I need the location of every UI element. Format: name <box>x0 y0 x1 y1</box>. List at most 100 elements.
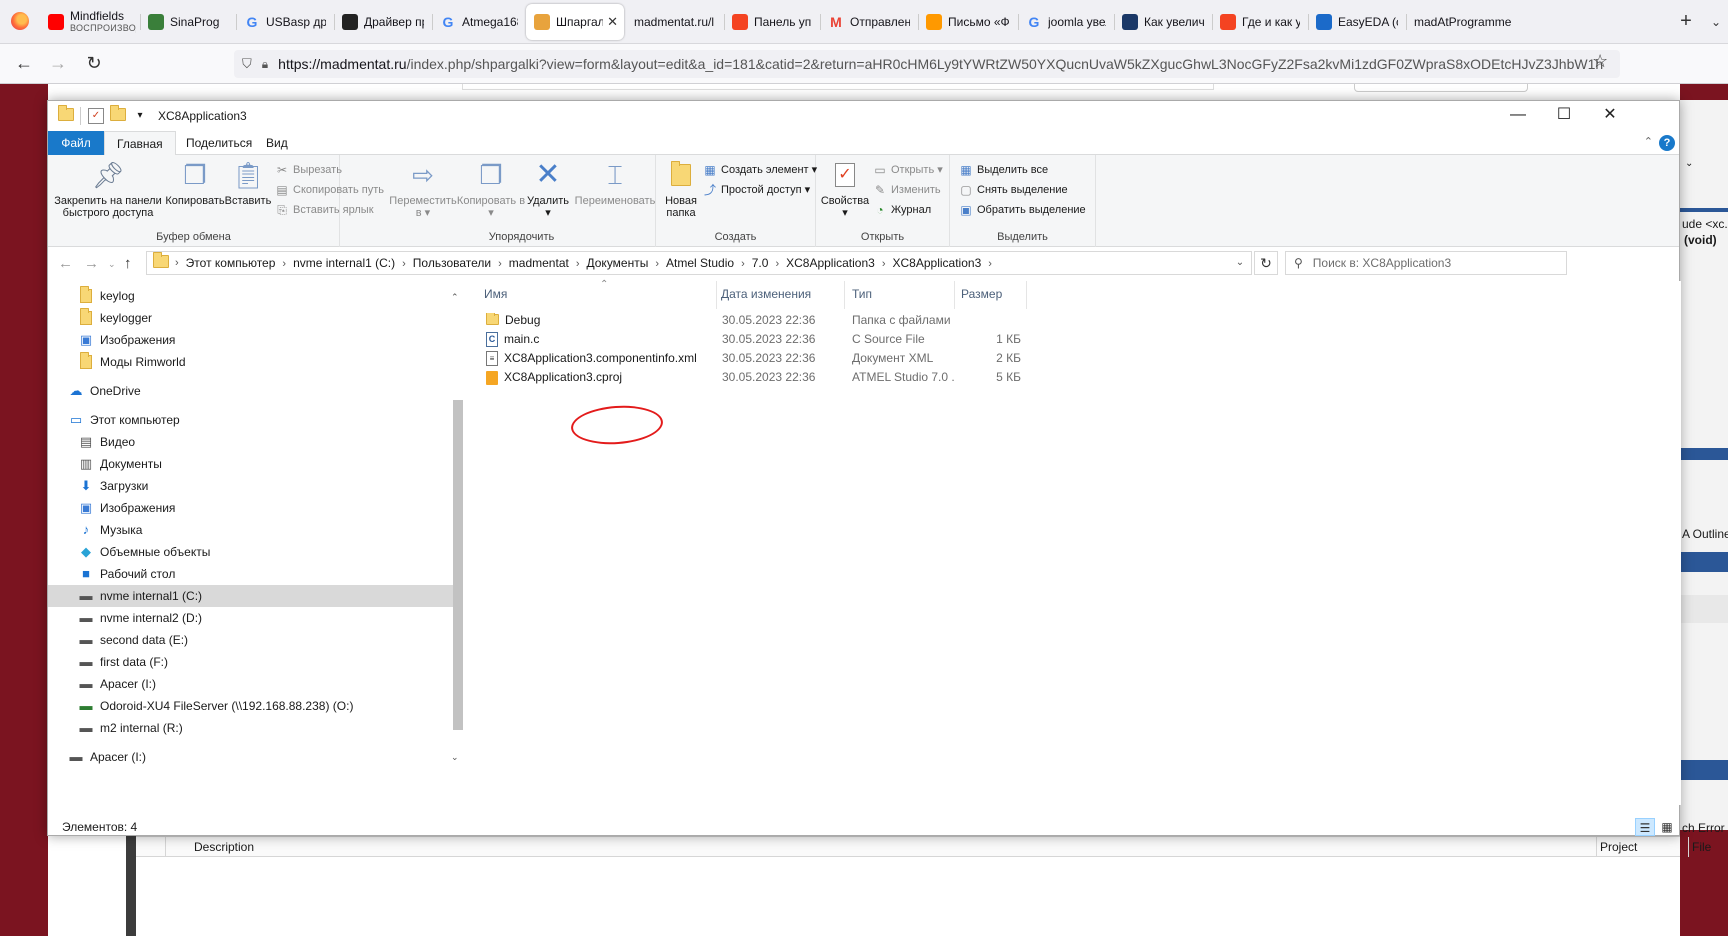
nav-item[interactable]: ▤ Видео <box>78 431 135 453</box>
nav-item[interactable]: ▭ Этот компьютер <box>68 409 180 431</box>
navigation-scrollbar[interactable]: ⌃ ⌄ <box>450 292 464 766</box>
browser-tab[interactable]: Шпаргалки✕ <box>526 4 624 40</box>
file-row[interactable]: ≡ XC8Application3.componentinfo.xml 30.05.… <box>474 348 1681 368</box>
nav-item[interactable]: ⬇ Загрузки <box>78 475 149 497</box>
close-tab-icon[interactable]: ✕ <box>603 14 618 30</box>
browser-tab[interactable]: madmentat.ru/l <box>626 4 722 40</box>
breadcrumb-separator[interactable]: › <box>400 258 408 270</box>
reload-icon[interactable]: ↻ <box>80 52 108 76</box>
tab-file[interactable]: Файл <box>48 131 104 155</box>
copy-path-button[interactable]: ▤ Скопировать путь <box>274 181 384 199</box>
address-bar[interactable]: › Этот компьютер › nvme internal1 (C:) › Пол… <box>146 251 1252 275</box>
column-separator[interactable] <box>716 281 717 309</box>
delete-button[interactable]: ✕ Удалить ▾ <box>524 159 572 220</box>
file-name-cell[interactable]: Debug <box>486 313 714 328</box>
address-dropdown-icon[interactable]: ⌄ <box>1228 251 1252 275</box>
search-input[interactable]: ⚲ Поиск в: XC8Application3 <box>1285 251 1567 275</box>
customize-quick-access-icon[interactable]: ▾ <box>132 108 148 124</box>
breadcrumb-separator[interactable]: › <box>773 258 781 270</box>
nav-item[interactable]: ■ Рабочий стол <box>78 563 175 585</box>
properties-button[interactable]: ✓ Свойства ▾ <box>820 159 870 219</box>
browser-tab[interactable]: G USBasp драйвер <box>236 4 332 40</box>
type-column-header[interactable]: Тип <box>852 287 872 301</box>
nav-item[interactable]: ▬ Apacer (I:) <box>78 673 157 695</box>
tab-view[interactable]: Вид <box>254 131 300 155</box>
back-arrow-icon[interactable]: ← <box>58 255 73 272</box>
file-name-cell[interactable]: XC8Application3.cproj <box>486 370 714 385</box>
breadcrumb-item[interactable]: Atmel Studio <box>661 256 739 270</box>
file-row[interactable]: Debug 30.05.2023 22:36 Папка с файлами <box>474 310 1681 330</box>
file-name-cell[interactable]: ≡ XC8Application3.componentinfo.xml <box>486 351 714 367</box>
paste-button[interactable]: 📋︎ Вставить <box>224 159 272 207</box>
tab-home[interactable]: Главная <box>104 131 176 156</box>
browser-tab[interactable]: M Отправление <box>820 4 916 40</box>
recent-locations-chevron-icon[interactable]: ⌄ <box>108 259 116 270</box>
url-text[interactable]: https://madmentat.ru/index.php/shpargalk… <box>278 56 1603 72</box>
browser-tab[interactable]: Где и как ув <box>1212 4 1306 40</box>
help-icon[interactable]: ? <box>1659 135 1675 151</box>
browser-tab[interactable]: Панель управ <box>724 4 818 40</box>
cut-button[interactable]: ✂ Вырезать <box>274 161 342 179</box>
up-arrow-icon[interactable]: ↑ <box>124 255 132 272</box>
nav-item[interactable]: ▬ first data (F:) <box>78 651 169 673</box>
lock-icon[interactable]: 🔒︎ <box>262 57 268 72</box>
rename-button[interactable]: ⌶ Переименовать <box>572 159 658 207</box>
new-folder-quick-access-icon[interactable] <box>110 105 126 124</box>
nav-item[interactable]: ◆ Объемные объекты <box>78 541 210 563</box>
breadcrumb-separator[interactable]: › <box>496 258 504 270</box>
browser-tab[interactable]: Mindfields ВОСПРОИЗВОД <box>40 4 136 40</box>
move-to-button[interactable]: ⇨ Переместить в ▾ <box>388 159 458 219</box>
nav-item[interactable]: ☁ OneDrive <box>68 380 141 402</box>
bookmark-star-icon[interactable]: ☆ <box>1592 51 1608 72</box>
breadcrumb-separator[interactable]: › <box>173 257 181 269</box>
scrollbar-thumb[interactable] <box>453 400 463 730</box>
copy-to-button[interactable]: ❐ Копировать в ▾ <box>456 159 526 219</box>
easy-access-button[interactable]: ⤴ Простой доступ ▾ <box>702 181 810 199</box>
open-button[interactable]: ▭ Открыть ▾ <box>872 161 942 179</box>
name-column-header[interactable]: Имя <box>484 287 507 301</box>
properties-quick-access-icon[interactable]: ✓ <box>88 108 104 124</box>
breadcrumb-item[interactable]: nvme internal1 (C:) <box>288 256 400 270</box>
browser-tab[interactable]: Драйвер прогр <box>334 4 430 40</box>
nav-item[interactable]: ♪ Музыка <box>78 519 143 541</box>
select-all-button[interactable]: ▦ Выделить все <box>958 161 1048 179</box>
column-separator[interactable] <box>954 281 955 309</box>
history-button[interactable]: ◔ Журнал <box>872 201 931 219</box>
breadcrumb-item[interactable]: XC8Application3 <box>888 256 987 270</box>
column-separator[interactable] <box>844 281 845 309</box>
nav-item[interactable]: keylog <box>78 285 135 307</box>
breadcrumb-separator[interactable]: › <box>574 258 582 270</box>
nav-item[interactable]: ▣ Изображения <box>78 329 176 351</box>
new-item-button[interactable]: ▦ Создать элемент ▾ <box>702 161 817 179</box>
select-none-button[interactable]: ▢ Снять выделение <box>958 181 1067 199</box>
nav-item[interactable]: ▬ nvme internal1 (C:) <box>78 585 203 607</box>
tab-share[interactable]: Поделиться <box>174 131 264 155</box>
nav-item[interactable]: ▬ nvme internal2 (D:) <box>78 607 203 629</box>
column-separator[interactable] <box>1026 281 1027 309</box>
copy-button[interactable]: ❐ Копировать <box>164 159 226 207</box>
nav-item[interactable]: ▬ Apacer (I:) <box>68 746 147 768</box>
breadcrumb-separator[interactable]: › <box>739 258 747 270</box>
nav-item[interactable]: Моды Rimworld <box>78 351 186 373</box>
close-icon[interactable]: ✕ <box>1587 101 1633 131</box>
breadcrumb-item[interactable]: madmentat <box>504 256 574 270</box>
invert-selection-button[interactable]: ▣ Обратить выделение <box>958 201 1085 219</box>
date-column-header[interactable]: Дата изменения <box>721 287 811 301</box>
breadcrumb-item[interactable]: Пользователи <box>408 256 496 270</box>
details-view-icon[interactable]: ☰ <box>1635 818 1655 836</box>
back-arrow-icon[interactable]: ← <box>10 52 38 76</box>
browser-tab[interactable]: EasyEDA (ст <box>1308 4 1404 40</box>
browser-tab[interactable]: G Atmega168 <box>432 4 524 40</box>
size-column-header[interactable]: Размер <box>961 287 1002 301</box>
breadcrumb-item[interactable]: Этот компьютер <box>181 256 281 270</box>
breadcrumb-separator[interactable]: › <box>880 258 888 270</box>
scroll-down-icon[interactable]: ⌄ <box>451 752 459 763</box>
breadcrumb-item[interactable]: Документы <box>582 256 654 270</box>
nav-item[interactable]: ▬ second data (E:) <box>78 629 189 651</box>
breadcrumb-separator[interactable]: › <box>280 258 288 270</box>
url-bar[interactable]: ⛉ 🔒︎ https://madmentat.ru/index.php/shpa… <box>234 50 1620 78</box>
forward-arrow-icon[interactable]: → <box>84 255 99 272</box>
minimize-icon[interactable]: — <box>1495 101 1541 131</box>
breadcrumb-item[interactable]: XC8Application3 <box>781 256 880 270</box>
tracking-shield-icon[interactable]: ⛉ <box>242 56 252 72</box>
